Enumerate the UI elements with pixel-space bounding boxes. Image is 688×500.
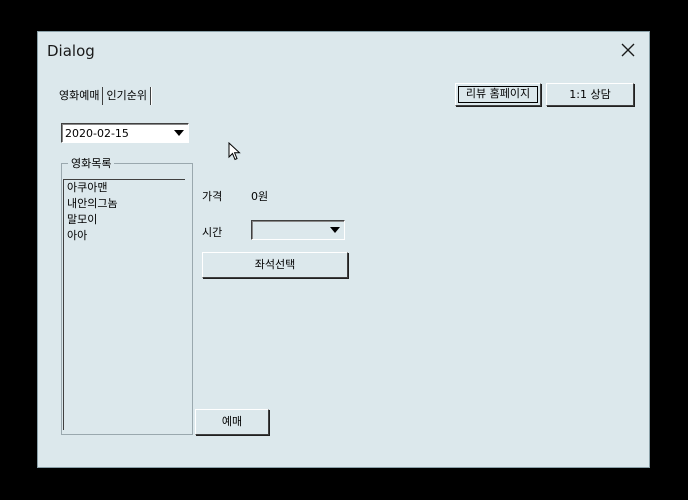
list-item[interactable]: 아아: [64, 228, 185, 244]
list-item[interactable]: 내안의그놈: [64, 196, 185, 212]
review-homepage-button[interactable]: 리뷰 홈페이지: [455, 83, 541, 106]
chevron-down-icon[interactable]: [330, 227, 340, 233]
price-label: 가격: [202, 190, 223, 203]
window-title: Dialog: [47, 42, 95, 60]
mouse-cursor-icon: [228, 142, 241, 161]
seat-select-button[interactable]: 좌석선택: [202, 252, 348, 278]
close-icon[interactable]: [619, 41, 637, 59]
list-item[interactable]: 아쿠아맨: [64, 180, 185, 196]
tab-popularity-ranking[interactable]: 인기순위: [103, 87, 151, 105]
movie-list-group: 영화목록 아쿠아맨 내안의그놈 말모이 아아: [61, 155, 193, 435]
counsel-button[interactable]: 1:1 상담: [546, 83, 634, 106]
dialog-window: Dialog 영화예매 인기순위 리뷰 홈페이지 1:1 상담 2020-02-…: [37, 31, 650, 468]
movie-listbox[interactable]: 아쿠아맨 내안의그놈 말모이 아아: [63, 179, 185, 430]
movie-list-label: 영화목록: [68, 155, 115, 171]
chevron-down-icon[interactable]: [174, 130, 184, 136]
tab-movie-booking[interactable]: 영화예매: [56, 87, 104, 105]
date-value: 2020-02-15: [65, 127, 129, 140]
time-select[interactable]: [251, 220, 345, 240]
book-button[interactable]: 예매: [195, 409, 269, 435]
price-value: 0원: [251, 190, 269, 203]
tab-bar: 영화예매 인기순위: [56, 86, 151, 106]
list-item[interactable]: 말모이: [64, 212, 185, 228]
time-label: 시간: [202, 226, 223, 239]
date-picker[interactable]: 2020-02-15: [61, 123, 189, 143]
